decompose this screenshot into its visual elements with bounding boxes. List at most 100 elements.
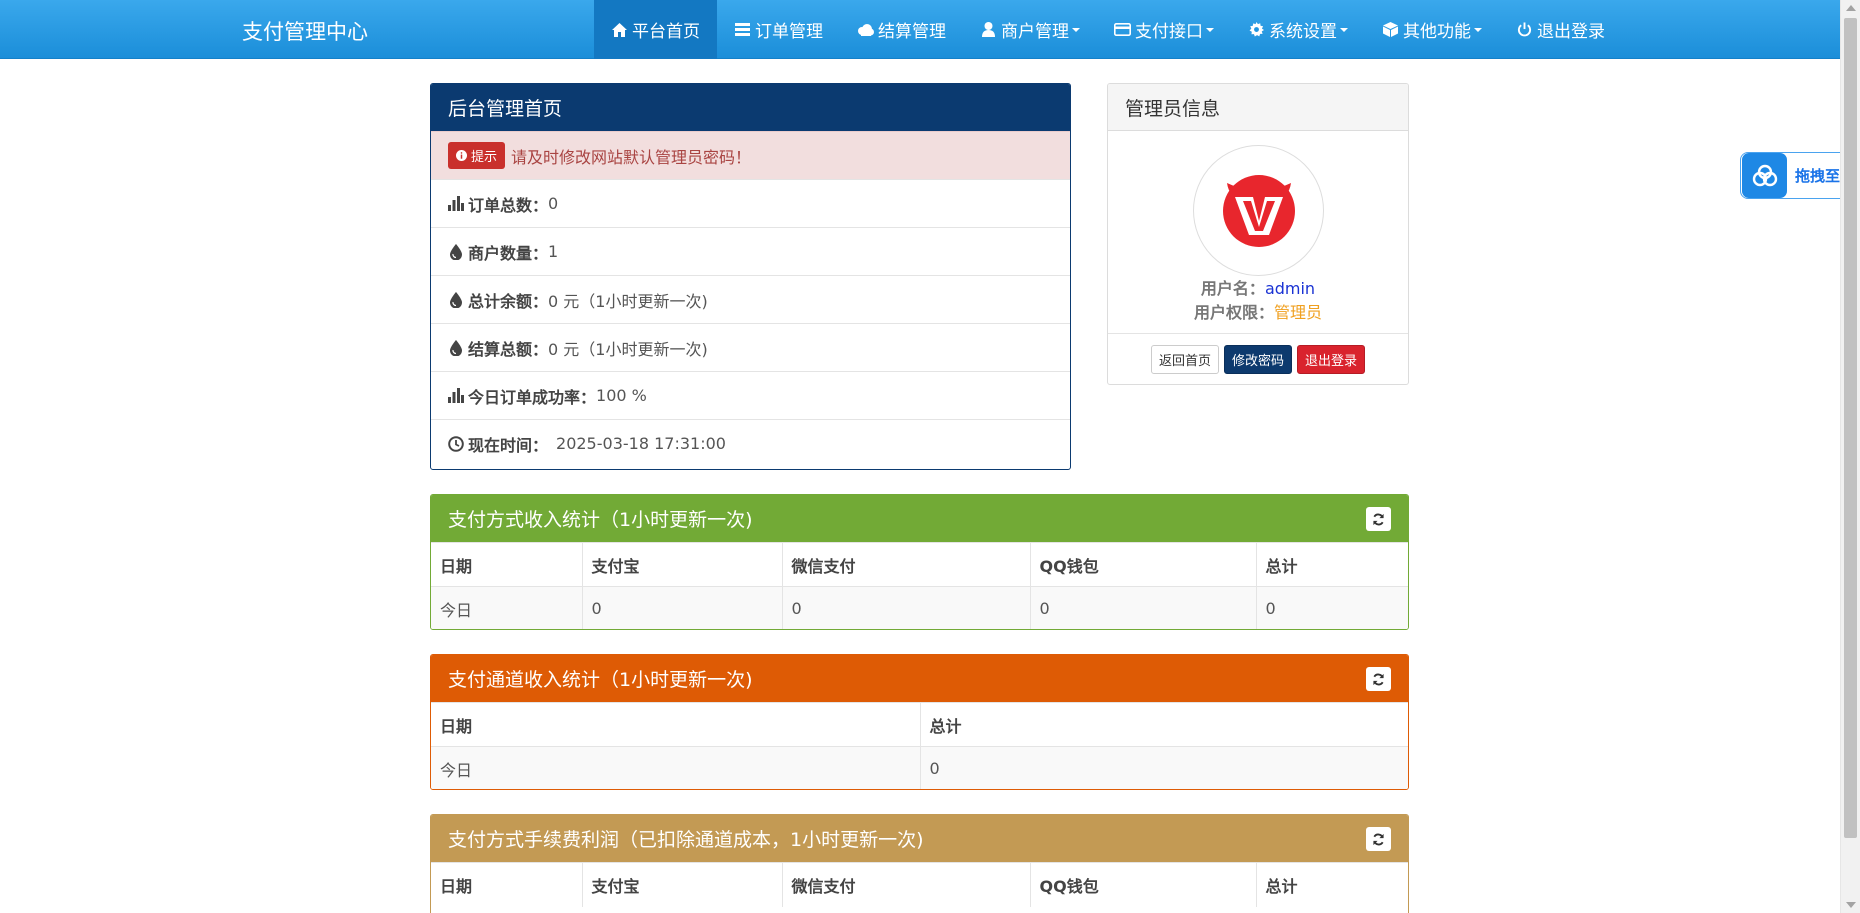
- vertical-scrollbar[interactable]: [1840, 0, 1860, 913]
- role-value: 管理员: [1274, 303, 1323, 322]
- refresh-button[interactable]: [1366, 667, 1391, 691]
- table-cell: 0: [582, 586, 783, 629]
- pay-method-income-table: 日期 支付宝 微信支付 QQ钱包 总计 今日 0 0 0 0: [431, 542, 1408, 629]
- home-panel-title: 后台管理首页: [448, 98, 563, 120]
- caret-down-icon: [1072, 27, 1080, 32]
- role-line: 用户权限：管理员: [1108, 299, 1408, 323]
- tip-badge-label: 提示: [471, 150, 498, 165]
- tip-badge: 提示: [448, 142, 506, 169]
- bar-chart-icon: [448, 387, 464, 405]
- column-header: QQ钱包: [1030, 542, 1257, 587]
- refresh-button[interactable]: [1366, 507, 1391, 531]
- back-home-button[interactable]: 返回首页: [1150, 345, 1219, 374]
- avatar: [1193, 145, 1324, 276]
- table-cell: 0: [1256, 586, 1408, 629]
- stat-value: 2025-03-18 17:31:00: [556, 434, 726, 453]
- nav-item-settlement[interactable]: 结算管理: [840, 0, 963, 59]
- nav-item-label: 退出登录: [1537, 22, 1605, 42]
- column-header: 总计: [1256, 542, 1408, 587]
- pay-method-income-header: 支付方式收入统计（1小时更新一次): [431, 495, 1408, 542]
- nav-item-merchants[interactable]: 商户管理: [963, 0, 1097, 59]
- clock-icon: [448, 435, 464, 453]
- stat-row-current-time: 现在时间： 2025-03-18 17:31:00: [431, 419, 1070, 467]
- fee-profit-table: 日期 支付宝 微信支付 QQ钱包 总计: [431, 862, 1408, 907]
- nav-item-label: 商户管理: [1001, 22, 1069, 42]
- table-cell: 今日: [431, 746, 921, 789]
- refresh-icon: [1373, 673, 1384, 685]
- password-alert: 提示 请及时修改网站默认管理员密码！: [431, 131, 1070, 179]
- info-icon: [456, 150, 467, 161]
- fee-profit-header: 支付方式手续费利润（已扣除通道成本，1小时更新一次): [431, 815, 1408, 862]
- nav-item-system-settings[interactable]: 系统设置: [1231, 0, 1365, 59]
- drop-icon: [448, 339, 464, 357]
- stat-row-total-balance: 总计余额： 0 元（1小时更新一次): [431, 275, 1070, 323]
- nav-item-orders[interactable]: 订单管理: [717, 0, 840, 59]
- pay-method-income-title: 支付方式收入统计（1小时更新一次): [448, 509, 753, 531]
- nav-item-label: 支付接口: [1135, 22, 1203, 42]
- nav-item-label: 系统设置: [1269, 22, 1337, 42]
- table-row: 今日 0: [431, 746, 1408, 789]
- fee-profit-title: 支付方式手续费利润（已扣除通道成本，1小时更新一次): [448, 829, 924, 851]
- nav-item-label: 其他功能: [1403, 22, 1471, 42]
- table-header-row: 日期 支付宝 微信支付 QQ钱包 总计: [431, 542, 1408, 587]
- column-header: 支付宝: [582, 542, 783, 587]
- bar-chart-icon: [448, 195, 464, 213]
- top-navbar: 支付管理中心 平台首页 订单管理 结算管理 商户管理 支付接口 系统设置 其他功…: [0, 0, 1840, 59]
- stat-value: 0 元（1小时更新一次): [548, 291, 708, 311]
- logout-button[interactable]: 退出登录: [1297, 345, 1366, 374]
- drop-icon: [448, 291, 464, 309]
- admin-info-panel: 管理员信息 用户名：admin 用户权限：管理员 返回首页 修改密码 退出登录: [1107, 83, 1409, 385]
- channel-income-panel: 支付通道收入统计（1小时更新一次) 日期 总计 今日 0: [430, 654, 1409, 790]
- stat-label: 商户数量：: [468, 243, 549, 263]
- nav-item-label: 订单管理: [755, 22, 823, 42]
- scroll-up-arrow-icon[interactable]: [1846, 5, 1856, 11]
- table-cell: 0: [920, 746, 1408, 789]
- column-header: 总计: [1256, 862, 1408, 907]
- admin-panel-header: 管理员信息: [1108, 84, 1408, 131]
- column-header: 日期: [431, 862, 583, 907]
- scroll-thumb[interactable]: [1844, 18, 1857, 838]
- table-row: 今日 0 0 0 0: [431, 586, 1408, 629]
- role-label: 用户权限：: [1193, 303, 1274, 322]
- home-panel: 后台管理首页 提示 请及时修改网站默认管理员密码！ 订单总数： 0 商户数量： …: [430, 83, 1071, 470]
- nav-item-home[interactable]: 平台首页: [594, 0, 717, 59]
- brand-title[interactable]: 支付管理中心: [242, 16, 368, 46]
- refresh-icon: [1373, 513, 1384, 525]
- refresh-icon: [1373, 833, 1384, 845]
- column-header: 微信支付: [782, 542, 1031, 587]
- stat-label: 订单总数：: [468, 195, 549, 215]
- nav-item-other-functions[interactable]: 其他功能: [1365, 0, 1499, 59]
- alert-text: 请及时修改网站默认管理员密码！: [511, 147, 752, 167]
- caret-down-icon: [1474, 27, 1482, 32]
- credit-card-icon: [1114, 21, 1131, 38]
- stat-row-total-orders: 订单总数： 0: [431, 179, 1070, 227]
- column-header: 总计: [920, 702, 1408, 747]
- table-header-row: 日期 总计: [431, 702, 1408, 747]
- stat-label: 结算总额：: [468, 339, 549, 359]
- nav-item-logout[interactable]: 退出登录: [1499, 0, 1622, 59]
- bull-logo-icon: [1222, 174, 1295, 247]
- scroll-down-arrow-icon[interactable]: [1846, 902, 1856, 908]
- stat-row-merchant-count: 商户数量： 1: [431, 227, 1070, 275]
- stat-value: 1: [548, 242, 559, 261]
- stat-label: 现在时间：: [468, 435, 549, 455]
- username-label: 用户名：: [1200, 279, 1265, 298]
- gear-icon: [1248, 21, 1265, 38]
- pay-method-income-panel: 支付方式收入统计（1小时更新一次) 日期 支付宝 微信支付 QQ钱包 总计 今日…: [430, 494, 1409, 630]
- change-password-button[interactable]: 修改密码: [1223, 345, 1292, 374]
- refresh-button[interactable]: [1366, 827, 1391, 851]
- cloud-icon: [857, 21, 874, 38]
- nav-item-label: 结算管理: [878, 22, 946, 42]
- column-header: 微信支付: [782, 862, 1031, 907]
- home-panel-header: 后台管理首页: [431, 84, 1070, 131]
- caret-down-icon: [1206, 27, 1214, 32]
- table-header-row: 日期 支付宝 微信支付 QQ钱包 总计: [431, 862, 1408, 907]
- channel-income-header: 支付通道收入统计（1小时更新一次): [431, 655, 1408, 702]
- stat-value: 100 %: [596, 386, 647, 405]
- drop-icon: [448, 243, 464, 261]
- list-icon: [734, 21, 751, 38]
- nav-item-pay-interface[interactable]: 支付接口: [1097, 0, 1231, 59]
- username-line: 用户名：admin: [1108, 275, 1408, 299]
- user-icon: [980, 21, 997, 38]
- table-cell: 今日: [431, 586, 583, 629]
